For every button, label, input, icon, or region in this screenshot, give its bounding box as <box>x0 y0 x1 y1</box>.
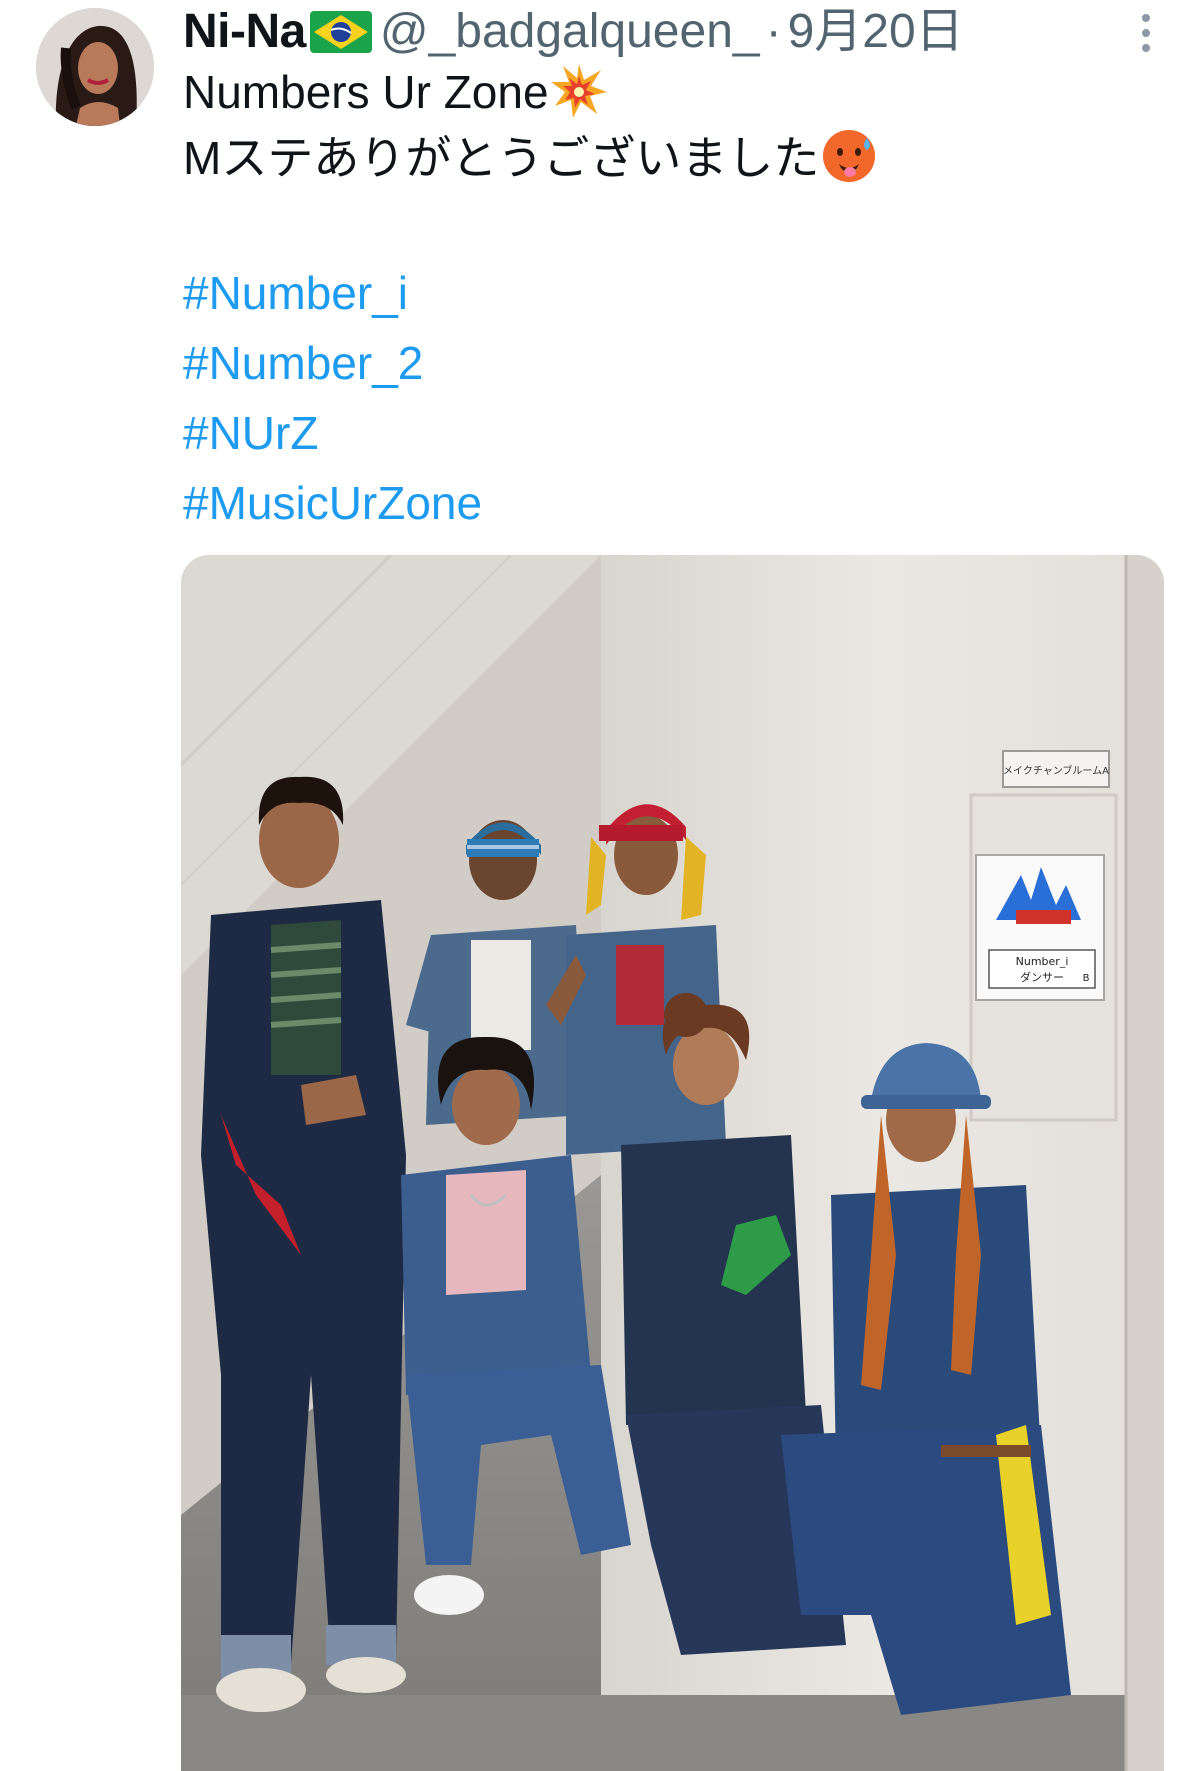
tweet-photo[interactable]: メイクチャンブルームA Number_i ダンサー B <box>181 555 1164 1771</box>
poster-code: B <box>1083 973 1090 984</box>
more-options-icon[interactable] <box>1140 14 1152 52</box>
user-handle[interactable]: @_badgalqueen_ <box>380 8 760 56</box>
avatar-image <box>36 8 154 126</box>
hashtag-number-2[interactable]: #Number_2 <box>183 333 423 393</box>
display-name[interactable]: Ni-Na <box>183 8 306 56</box>
tweet-text-line-1: Numbers Ur Zone <box>183 62 607 122</box>
tweet-text-thanks: Mステありがとうございました <box>183 132 820 184</box>
tweet-text-numbers-ur-zone: Numbers Ur Zone <box>183 66 549 118</box>
hashtag-number-i[interactable]: #Number_i <box>183 263 408 323</box>
separator-dot: · <box>765 5 782 58</box>
brazil-flag-icon <box>309 11 372 53</box>
tweet-text-line-2: Mステありがとうございました <box>183 128 877 188</box>
hot-face-emoji-icon <box>821 128 877 184</box>
poster-name: Number_i <box>1016 955 1069 968</box>
hashtag-music-ur-zone[interactable]: #MusicUrZone <box>183 473 482 533</box>
profile-avatar[interactable] <box>36 8 154 126</box>
room-sign-top: メイクチャンブルームA <box>1002 750 1110 788</box>
group-photo-illustration: メイクチャンブルームA Number_i ダンサー B <box>181 555 1164 1771</box>
tweet-header: Ni-Na @_badgalqueen_ · 9月20日 <box>183 4 1140 60</box>
tweet-date[interactable]: 9月20日 <box>788 8 964 56</box>
hashtag-nurz[interactable]: #NUrZ <box>183 403 318 463</box>
poster-role: ダンサー <box>1020 970 1064 984</box>
room-sign-text: メイクチャンブルームA <box>1003 764 1109 777</box>
collision-emoji-icon <box>550 62 607 118</box>
event-poster: Number_i ダンサー B <box>975 854 1105 1001</box>
